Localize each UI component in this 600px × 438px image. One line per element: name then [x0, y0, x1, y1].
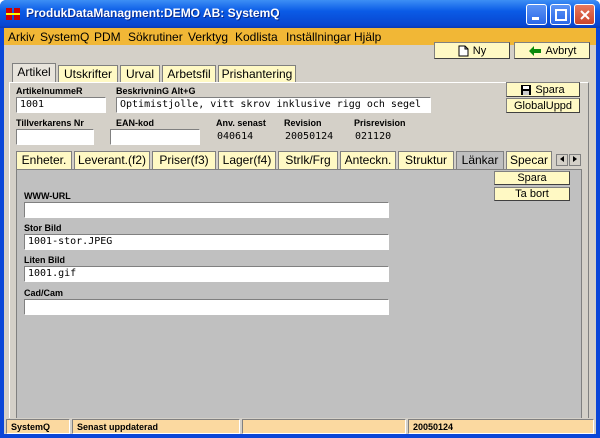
stor-bild-label: Stor Bild: [24, 223, 62, 233]
cancel-button-label: Avbryt: [545, 44, 577, 57]
cad-cam-label: Cad/Cam: [24, 288, 64, 298]
maximize-icon: [555, 9, 567, 21]
menu-sokrutiner[interactable]: Sökrutiner: [128, 30, 183, 44]
revision-label: Revision: [284, 118, 322, 128]
liten-bild-label: Liten Bild: [24, 255, 65, 265]
menu-installningar[interactable]: Inställningar: [286, 30, 351, 44]
new-document-icon: [458, 45, 469, 56]
subtab-leverant[interactable]: Leverant.(f2): [74, 151, 150, 169]
menu-pdm[interactable]: PDM: [94, 30, 121, 44]
globaluppd-button[interactable]: GlobalUppd: [506, 98, 580, 113]
tab-utskrifter[interactable]: Utskrifter: [58, 65, 118, 83]
window-title: ProdukDataManagment:DEMO AB: SystemQ: [26, 6, 280, 20]
tillverkare-label: Tillverkarens Nr: [16, 118, 84, 128]
subtab-struktur[interactable]: Struktur: [398, 151, 454, 169]
prisrevision-value: 021120: [352, 129, 418, 145]
liten-bild-field[interactable]: 1001.gif: [24, 266, 389, 282]
app-icon: [5, 6, 21, 22]
close-button[interactable]: [574, 4, 595, 25]
status-app: SystemQ: [6, 419, 70, 434]
tab-prishantering[interactable]: Prishantering: [218, 65, 296, 83]
subtab-enheter[interactable]: Enheter.: [16, 151, 72, 169]
status-empty: [242, 419, 406, 434]
links-delete-label: Ta bort: [515, 188, 549, 200]
anv-value: 040614: [214, 129, 276, 145]
chevron-right-icon: [573, 156, 577, 162]
revision-value: 20050124: [282, 129, 348, 145]
tab-arbetsfil[interactable]: Arbetsfil: [162, 65, 216, 83]
ean-label: EAN-kod: [116, 118, 154, 128]
menu-kodlista[interactable]: Kodlista: [235, 30, 278, 44]
tillverkare-field[interactable]: [16, 129, 94, 145]
menu-verktyg[interactable]: Verktyg: [188, 30, 228, 44]
www-url-label: WWW-URL: [24, 191, 71, 201]
tab-urval[interactable]: Urval: [120, 65, 160, 83]
menu-hjalp[interactable]: Hjälp: [354, 30, 381, 44]
cancel-button[interactable]: Avbryt: [514, 42, 590, 59]
subtab-anteckn[interactable]: Anteckn.: [340, 151, 396, 169]
new-button[interactable]: Ny: [434, 42, 510, 59]
subtab-lager[interactable]: Lager(f4): [218, 151, 276, 169]
beskrivning-label: BeskrivninG Alt+G: [116, 86, 196, 96]
status-bar: SystemQ Senast uppdaterad 20050124: [4, 418, 596, 434]
cad-cam-field[interactable]: [24, 299, 389, 315]
links-delete-button[interactable]: Ta bort: [494, 187, 570, 201]
anv-label: Anv. senast: [216, 118, 266, 128]
menu-arkiv[interactable]: Arkiv: [8, 30, 35, 44]
globaluppd-button-label: GlobalUppd: [513, 99, 573, 112]
prisrevision-label: Prisrevision: [354, 118, 406, 128]
status-message: Senast uppdaterad: [72, 419, 240, 434]
beskrivning-field[interactable]: Optimistjolle, vitt skrov inklusive rigg…: [116, 97, 431, 113]
artikelnummer-field[interactable]: 1001: [16, 97, 106, 113]
chevron-left-icon: [560, 156, 564, 162]
title-bar[interactable]: ProdukDataManagment:DEMO AB: SystemQ: [0, 0, 600, 28]
back-arrow-icon: [528, 45, 541, 56]
ean-field[interactable]: [110, 129, 200, 145]
menu-systemq[interactable]: SystemQ: [40, 30, 89, 44]
stor-bild-field[interactable]: 1001-stor.JPEG: [24, 234, 389, 250]
client-area: Arkiv SystemQ PDM Sökrutiner Verktyg Kod…: [4, 28, 596, 434]
subtab-strlk-frg[interactable]: Strlk/Frg: [278, 151, 338, 169]
subtab-priser[interactable]: Priser(f3): [152, 151, 216, 169]
links-save-label: Spara: [517, 172, 547, 184]
subtab-specar[interactable]: Specar: [506, 151, 552, 169]
maximize-button[interactable]: [550, 4, 571, 25]
minimize-button[interactable]: [526, 4, 547, 25]
status-date: 20050124: [408, 419, 594, 434]
tab-artikel[interactable]: Artikel: [12, 63, 56, 83]
save-button-label: Spara: [535, 83, 565, 96]
close-icon: [580, 10, 590, 20]
links-save-button[interactable]: Spara: [494, 171, 570, 185]
app-window: ProdukDataManagment:DEMO AB: SystemQ Ark…: [0, 0, 600, 438]
tab-scroll-right[interactable]: [569, 154, 581, 166]
subtab-lankar[interactable]: Länkar: [456, 151, 504, 169]
artikelnummer-label: ArtikelnummeR: [16, 86, 83, 96]
tab-scroll-left[interactable]: [556, 154, 568, 166]
save-button[interactable]: Spara: [506, 82, 580, 97]
new-button-label: Ny: [472, 44, 487, 57]
save-disk-icon: [521, 84, 532, 95]
minimize-icon: [532, 17, 539, 20]
www-url-field[interactable]: [24, 202, 389, 218]
